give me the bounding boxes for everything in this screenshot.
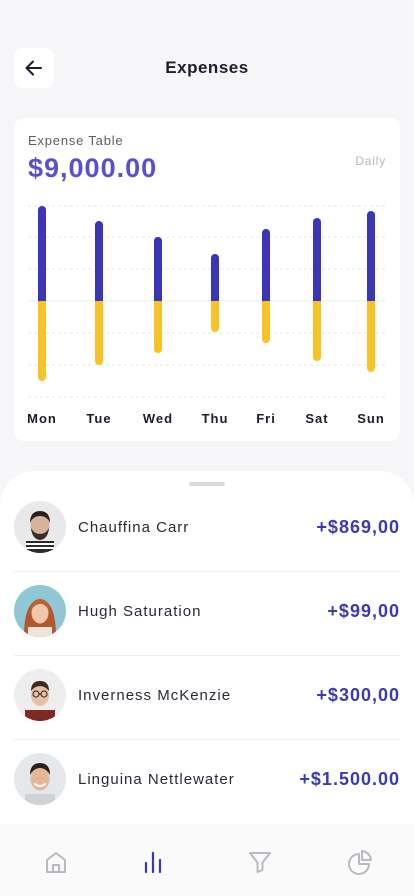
bar-base-cap (95, 301, 103, 305)
transaction-amount: +$869,00 (316, 517, 400, 537)
bar-negative-fri[interactable] (262, 301, 270, 343)
x-tick-label: Tue (86, 411, 111, 426)
bar-positive-thu[interactable] (211, 254, 219, 301)
nav-home[interactable] (42, 848, 70, 876)
bar-positive-tue[interactable] (95, 221, 103, 301)
avatar-bearded-man (14, 501, 66, 553)
bar-negative-tue[interactable] (95, 301, 103, 365)
bar-base-cap (313, 301, 321, 305)
bar-positive-sat[interactable] (313, 218, 321, 301)
bar-negative-mon[interactable] (38, 301, 46, 381)
x-tick-label: Fri (256, 411, 276, 426)
transaction-name: Inverness McKenzie (78, 687, 232, 704)
bar-base-cap (262, 301, 270, 305)
avatar (14, 585, 66, 637)
bar-base-cap (367, 301, 375, 305)
avatar-man-glasses (14, 669, 66, 721)
x-tick-label: Thu (202, 411, 229, 426)
bottom-nav (0, 824, 414, 896)
bar-base-cap (38, 297, 46, 301)
bar-positive-mon[interactable] (38, 206, 46, 301)
avatar (14, 669, 66, 721)
transaction-name: Hugh Saturation (78, 603, 202, 620)
expense-chart-card: Expense Table $9,000.00 Daily Mon Tue Wed T… (14, 118, 400, 441)
bar-base-cap (154, 301, 162, 305)
list-item[interactable]: Inverness McKenzie +$300,00 (14, 656, 400, 740)
list-item[interactable]: Hugh Saturation +$99,00 (14, 572, 400, 656)
bar-negative-sun[interactable] (367, 301, 375, 372)
filter-icon (249, 852, 271, 873)
avatar (14, 753, 66, 805)
bar-base-cap (262, 297, 270, 301)
bar-positive-wed[interactable] (154, 237, 162, 301)
transaction-name: Chauffina Carr (78, 519, 190, 536)
bar-base-cap (367, 297, 375, 301)
nav-statistics[interactable] (139, 848, 167, 876)
expense-bar-chart: Mon Tue Wed Thu Fri Sat Sun (27, 205, 386, 426)
bar-base-cap (313, 297, 321, 301)
transactions-sheet: Chauffina Carr +$869,00 Hugh Saturation … (0, 471, 414, 831)
list-item[interactable]: Chauffina Carr +$869,00 (14, 488, 400, 572)
sheet-drag-handle[interactable] (189, 482, 225, 486)
page-title: Expenses (165, 58, 249, 77)
x-tick-label: Mon (27, 411, 57, 426)
bar-positive-sun[interactable] (367, 211, 375, 301)
avatar (14, 501, 66, 553)
home-icon (46, 852, 66, 873)
transaction-amount: +$99,00 (327, 601, 400, 621)
bar-base-cap (154, 297, 162, 301)
list-item[interactable]: Linguina Nettlewater +$1.500.00 (14, 740, 400, 823)
x-tick-label: Wed (143, 411, 173, 426)
bar-base-cap (211, 297, 219, 301)
bar-negative-thu[interactable] (211, 301, 219, 332)
transaction-list: Chauffina Carr +$869,00 Hugh Saturation … (14, 488, 400, 823)
bar-base-cap (95, 297, 103, 301)
transaction-name: Linguina Nettlewater (78, 771, 235, 788)
transaction-amount: +$300,00 (316, 685, 400, 705)
bar-negative-sat[interactable] (313, 301, 321, 361)
header: Expenses (14, 48, 400, 88)
x-tick-label: Sun (357, 411, 385, 426)
nav-filter[interactable] (246, 848, 274, 876)
nav-reports[interactable] (346, 848, 374, 876)
transaction-amount: +$1.500.00 (299, 769, 400, 789)
arrow-left-icon (25, 60, 42, 76)
bar-base-cap (38, 301, 46, 305)
bar-base-cap (211, 301, 219, 305)
bar-positive-fri[interactable] (262, 229, 270, 301)
bar-chart-icon (144, 851, 162, 874)
avatar-red-haired-woman (14, 585, 66, 637)
avatar-smiling-man (14, 753, 66, 805)
back-button[interactable] (14, 48, 54, 88)
pie-chart-icon (348, 850, 372, 875)
bar-negative-wed[interactable] (154, 301, 162, 353)
x-tick-label: Sat (305, 411, 328, 426)
